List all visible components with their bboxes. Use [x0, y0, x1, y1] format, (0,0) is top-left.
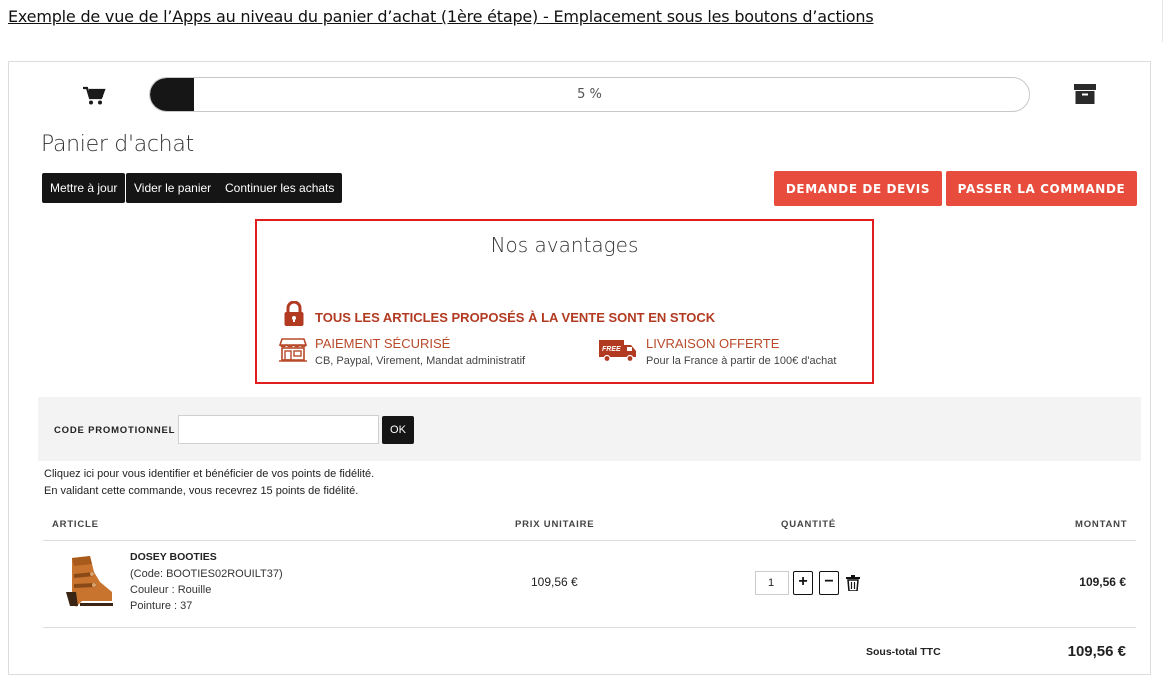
header-article: ARTICLE: [52, 519, 99, 530]
quantity-decrease-button[interactable]: −: [819, 571, 839, 595]
loyalty-points-info: En validant cette commande, vous recevre…: [44, 485, 359, 497]
advantages-title: Nos avantages: [490, 233, 639, 257]
place-order-button[interactable]: PASSER LA COMMANDE: [946, 171, 1137, 206]
product-image[interactable]: [52, 552, 116, 614]
loyalty-login-link[interactable]: Cliquez ici pour vous identifier et béné…: [44, 468, 374, 480]
row-divider: [43, 627, 1136, 628]
quantity-input[interactable]: 1: [755, 571, 789, 595]
page-caption: Exemple de vue de l’Apps au niveau du pa…: [8, 7, 874, 26]
header-unit-price: PRIX UNITAIRE: [515, 519, 595, 530]
quantity-increase-button[interactable]: +: [793, 571, 813, 595]
payment-methods: CB, Paypal, Virement, Mandat administrat…: [315, 355, 526, 367]
delivery-title: LIVRAISON OFFERTE: [646, 336, 780, 351]
product-unit-price: 109,56 €: [531, 575, 578, 589]
stock-advantage: TOUS LES ARTICLES PROPOSÉS À LA VENTE SO…: [315, 310, 716, 325]
free-delivery-truck-icon: FREE: [599, 340, 636, 363]
empty-cart-button[interactable]: Vider le panier: [126, 173, 220, 203]
cart-icon[interactable]: [82, 86, 106, 106]
free-badge-text: FREE: [602, 346, 621, 353]
checkout-progress-bar: 5 %: [149, 77, 1030, 112]
promo-code-section: CODE PROMOTIONNEL : OK: [38, 397, 1141, 461]
payment-title: PAIEMENT SÉCURISÉ: [315, 336, 451, 351]
lock-icon: [284, 301, 304, 326]
subtotal-value: 109,56 €: [1067, 643, 1126, 660]
cart-panel: 5 % Panier d'achat Mettre à jour Vider l…: [8, 61, 1151, 675]
update-cart-button[interactable]: Mettre à jour: [42, 173, 126, 203]
header-amount: MONTANT: [1075, 519, 1128, 530]
archive-box-icon[interactable]: [1074, 84, 1096, 104]
quote-request-button[interactable]: DEMANDE DE DEVIS: [774, 171, 942, 206]
line-amount: 109,56 €: [1079, 575, 1126, 589]
header-divider: [43, 540, 1136, 541]
product-size: Pointure : 37: [130, 600, 193, 612]
product-name[interactable]: DOSEY BOOTIES: [130, 551, 217, 563]
progress-label: 5 %: [577, 87, 602, 102]
promo-ok-button[interactable]: OK: [382, 416, 414, 444]
delivery-condition: Pour la France à partir de 100€ d'achat: [646, 355, 837, 367]
promo-code-label: CODE PROMOTIONNEL :: [54, 425, 183, 436]
subtotal-label: Sous-total TTC: [866, 646, 941, 658]
divider: [1162, 0, 1163, 42]
trash-icon[interactable]: [846, 575, 860, 591]
product-code: (Code: BOOTIES02ROUILT37): [130, 568, 283, 580]
promo-code-input[interactable]: [178, 415, 379, 444]
advantages-box: Nos avantages TOUS LES ARTICLES PROPOSÉS…: [255, 219, 874, 384]
shop-icon: [279, 338, 307, 362]
continue-shopping-button[interactable]: Continuer les achats: [217, 173, 343, 203]
header-quantity: QUANTITÉ: [781, 519, 836, 530]
page-title: Panier d'achat: [41, 132, 194, 157]
product-color: Couleur : Rouille: [130, 584, 212, 596]
